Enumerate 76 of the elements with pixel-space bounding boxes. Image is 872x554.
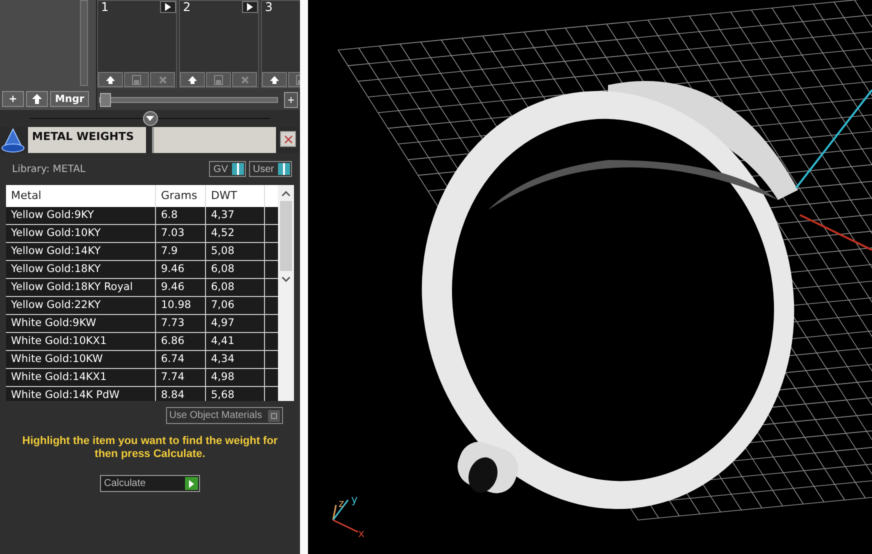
table-cell: White Gold:14K PdW [6, 387, 156, 401]
table-cell: White Gold:10KX1 [6, 333, 156, 350]
table-cell: 7.9 [156, 243, 206, 260]
table-cell: 4,52 [206, 225, 265, 242]
table-cell: 7.74 [156, 369, 206, 386]
slot-number: 3 [264, 1, 273, 14]
axis-label: y [351, 494, 358, 505]
close-icon [284, 134, 292, 144]
up-arrow-icon [32, 94, 42, 104]
table-cell: Yellow Gold:18KY [6, 261, 156, 278]
toggle-button[interactable]: User [248, 161, 292, 177]
table-cell: 4,97 [206, 315, 265, 332]
table-cell: Yellow Gold:9KY [6, 207, 156, 224]
calculate-button[interactable]: Calculate [100, 475, 200, 492]
scrollbar[interactable] [80, 0, 88, 86]
slot-panel[interactable]: 2 [179, 0, 259, 88]
table-cell: 4,41 [206, 333, 265, 350]
table-cell: 5,08 [206, 243, 265, 260]
up-arrow-icon [106, 76, 115, 84]
metal-table[interactable] [6, 185, 294, 401]
table-cell: Yellow Gold:10KY [6, 225, 156, 242]
table-cell: 9.46 [156, 279, 206, 296]
caret-down-icon [146, 116, 154, 122]
up-arrow-icon [188, 76, 197, 84]
play-icon [247, 3, 253, 11]
close-icon[interactable] [232, 72, 257, 87]
axis-label: x [358, 528, 365, 539]
up-button[interactable] [98, 72, 123, 87]
toggle-button[interactable]: GV [209, 161, 246, 177]
table-cell: 8.84 [156, 387, 206, 401]
slot-panel[interactable]: 1 [97, 0, 177, 88]
up-button[interactable] [180, 72, 205, 87]
table-cell: 4,37 [206, 207, 265, 224]
table-cell: White Gold:9KW [6, 315, 156, 332]
instruction-text: Highlight the item you want to find the weight for then press Calculate. [21, 434, 279, 461]
play-button[interactable] [242, 1, 258, 13]
play-icon [165, 3, 171, 11]
add-button[interactable]: + [2, 91, 24, 107]
scrollbar[interactable] [278, 185, 294, 401]
axis-label: z [338, 498, 345, 509]
slot-number: 1 [100, 1, 109, 14]
table-cell: 6,08 [206, 279, 265, 296]
slot-panel[interactable]: 3 [261, 0, 300, 88]
up-button[interactable] [262, 72, 287, 87]
play-button[interactable] [160, 1, 176, 13]
close-button[interactable] [280, 131, 296, 147]
close-icon[interactable] [150, 72, 175, 87]
table-cell: 10.98 [156, 297, 206, 314]
table-cell: Yellow Gold:18KY Royal [6, 279, 156, 296]
table-cell: 7,06 [206, 297, 265, 314]
checkbox-button[interactable]: Use Object Materials [166, 407, 283, 424]
table-cell: 7.03 [156, 225, 206, 242]
table-cell: 5,68 [206, 387, 265, 401]
table-cell: 6.86 [156, 333, 206, 350]
manager-button[interactable]: Mngr [50, 91, 90, 107]
slot-number: 2 [182, 1, 191, 14]
table-cell: 4,34 [206, 351, 265, 368]
collapse-button[interactable] [142, 111, 158, 126]
add-button[interactable]: + [284, 92, 298, 108]
table-cell: 7.73 [156, 315, 206, 332]
table-cell: 6,08 [206, 261, 265, 278]
table-cell: Yellow Gold:14KY [6, 243, 156, 260]
table-cell: White Gold:10KW [6, 351, 156, 368]
table-cell: White Gold:14KX1 [6, 369, 156, 386]
table-cell: Yellow Gold:22KY [6, 297, 156, 314]
up-button[interactable] [26, 91, 48, 107]
scrollbar-thumb[interactable] [280, 201, 292, 271]
up-arrow-icon [270, 76, 279, 84]
library-label: Library: METAL [12, 164, 86, 174]
table-cell: 4,98 [206, 369, 265, 386]
panel-title: METAL WEIGHTS [28, 127, 146, 153]
play-icon[interactable] [185, 477, 198, 490]
table-cell: 9.46 [156, 261, 206, 278]
slider-handle[interactable] [100, 93, 111, 107]
table-cell: 6.74 [156, 351, 206, 368]
table-cell: 6.8 [156, 207, 206, 224]
